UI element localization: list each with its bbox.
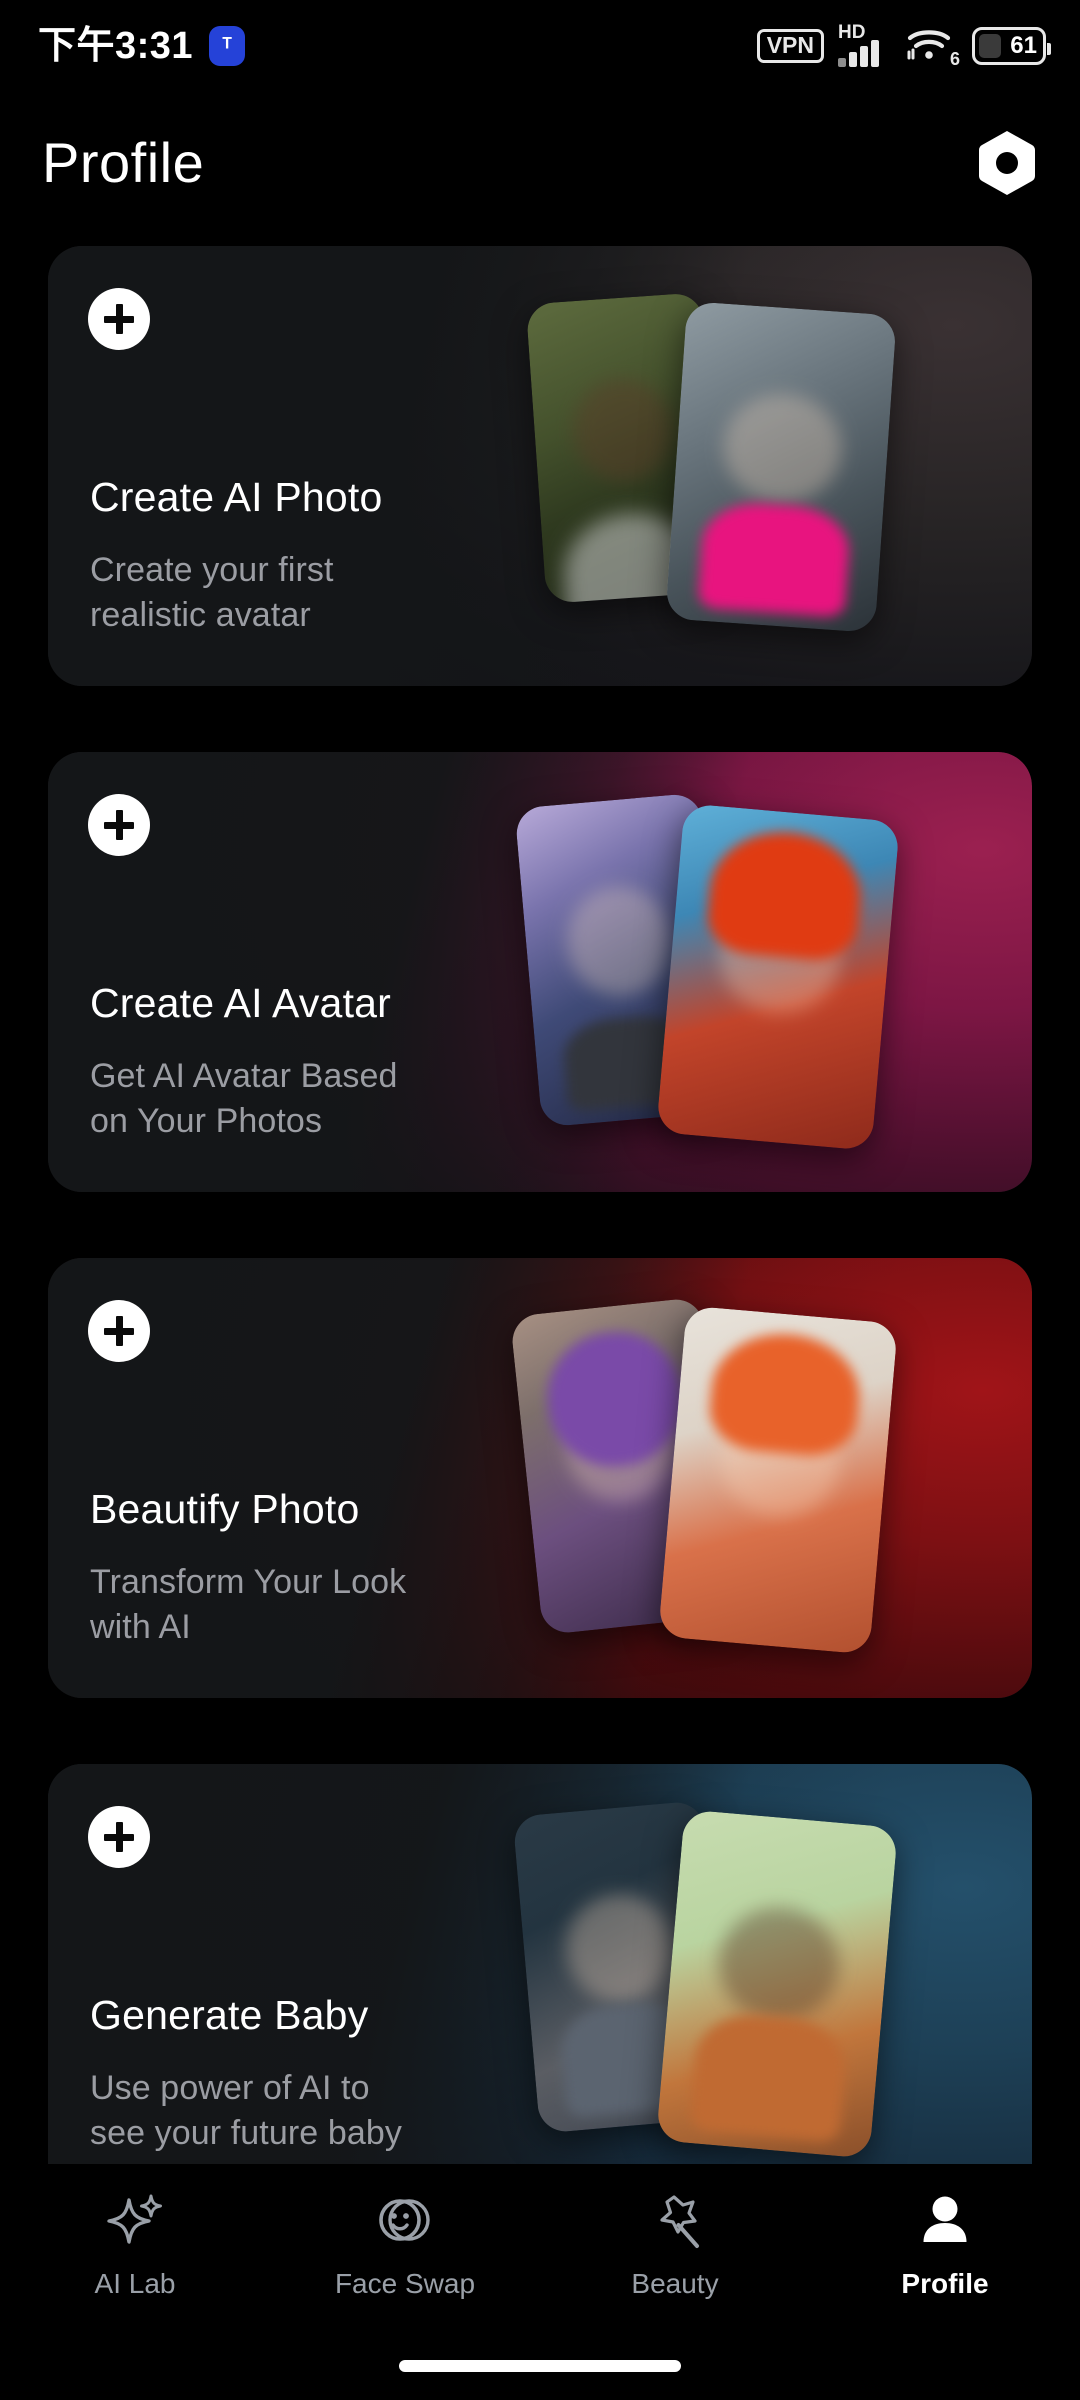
feature-card-generate-baby[interactable]: Generate Baby Use power of AI to see you… xyxy=(48,1764,1032,2204)
card-title: Create AI Avatar xyxy=(90,980,392,1027)
battery-percent: 61 xyxy=(1010,32,1037,59)
plus-icon-vertical xyxy=(115,1316,123,1346)
face-swap-icon xyxy=(373,2190,437,2254)
card-title: Beautify Photo xyxy=(90,1486,360,1533)
plus-icon-vertical xyxy=(115,1822,123,1852)
page-title: Profile xyxy=(42,131,205,194)
card-photo-pair xyxy=(512,246,1032,686)
card-title: Generate Baby xyxy=(90,1992,369,2039)
card-text-block: Beautify Photo Transform Your Look with … xyxy=(90,1486,590,1650)
card-subtitle-line-2: see your future baby xyxy=(90,2113,402,2152)
home-indicator[interactable] xyxy=(399,2360,681,2372)
wifi-icon: 6 xyxy=(906,25,960,69)
bottom-navigation-bar: AI Lab Face Swap Beauty Profile xyxy=(0,2164,1080,2400)
add-button[interactable] xyxy=(88,1806,150,1868)
feature-card-beautify-photo[interactable]: Beautify Photo Transform Your Look with … xyxy=(48,1258,1032,1698)
card-subtitle-line-1: Create your first xyxy=(90,550,334,589)
hexagon-settings-icon[interactable] xyxy=(976,129,1038,197)
status-bar-left: 下午3:31 ᵀ xyxy=(38,25,246,67)
card-subtitle-line-2: on Your Photos xyxy=(90,1101,323,1140)
nav-label-ai-lab: AI Lab xyxy=(94,2268,176,2299)
card-text-block: Generate Baby Use power of AI to see you… xyxy=(90,1992,590,2156)
card-subtitle-line-1: Use power of AI to xyxy=(90,2068,370,2107)
card-text-block: Create AI Photo Create your first realis… xyxy=(90,474,590,638)
magic-wand-icon xyxy=(643,2190,707,2254)
battery-fill xyxy=(979,34,1001,58)
page-header: Profile xyxy=(0,108,1080,218)
nav-label-beauty: Beauty xyxy=(631,2268,719,2299)
card-subtitle-line-2: with AI xyxy=(90,1607,191,1646)
nav-item-profile[interactable]: Profile xyxy=(810,2190,1080,2298)
card-photo-right xyxy=(665,301,897,633)
nav-label-profile: Profile xyxy=(901,2268,989,2299)
card-photo-right xyxy=(656,803,900,1151)
add-button[interactable] xyxy=(88,288,150,350)
add-button[interactable] xyxy=(88,1300,150,1362)
card-photo-pair xyxy=(512,752,1032,1192)
status-time: 下午3:31 xyxy=(38,25,194,67)
plus-icon-vertical xyxy=(115,810,123,840)
nav-item-beauty[interactable]: Beauty xyxy=(540,2190,810,2298)
feature-card-create-ai-avatar[interactable]: Create AI Avatar Get AI Avatar Based on … xyxy=(48,752,1032,1192)
status-bar: 下午3:31 ᵀ VPN HD 6 61 xyxy=(0,0,1080,92)
card-title: Create AI Photo xyxy=(90,474,383,521)
nav-item-face-swap[interactable]: Face Swap xyxy=(270,2190,540,2298)
card-photo-pair xyxy=(512,1764,1032,2204)
person-icon xyxy=(913,2190,977,2254)
sparkle-icon xyxy=(103,2190,167,2254)
battery-icon: 61 xyxy=(972,27,1051,65)
card-photo-right xyxy=(655,1809,899,2159)
add-button[interactable] xyxy=(88,794,150,856)
wifi-generation-label: 6 xyxy=(949,49,960,69)
cellular-signal-icon: HD xyxy=(838,23,892,67)
feature-card-create-ai-photo[interactable]: Create AI Photo Create your first realis… xyxy=(48,246,1032,686)
card-text-block: Create AI Avatar Get AI Avatar Based on … xyxy=(90,980,590,1144)
card-subtitle-line-2: realistic avatar xyxy=(90,595,311,634)
card-photo-pair xyxy=(509,1258,1032,1698)
nav-item-ai-lab[interactable]: AI Lab xyxy=(0,2190,270,2298)
vpn-icon: VPN xyxy=(756,28,824,64)
signal-bars xyxy=(838,40,879,67)
notification-app-icon: ᵀ xyxy=(209,26,246,66)
card-photo-right xyxy=(657,1305,899,1655)
feature-card-list: Create AI Photo Create your first realis… xyxy=(0,246,1080,2270)
nav-label-face-swap: Face Swap xyxy=(334,2268,476,2299)
card-subtitle-line-1: Transform Your Look xyxy=(90,1562,407,1601)
plus-icon-vertical xyxy=(115,304,123,334)
card-subtitle-line-1: Get AI Avatar Based xyxy=(90,1056,398,1095)
status-bar-right: VPN HD 6 61 xyxy=(756,23,1051,69)
notification-app-glyph: ᵀ xyxy=(222,31,233,60)
